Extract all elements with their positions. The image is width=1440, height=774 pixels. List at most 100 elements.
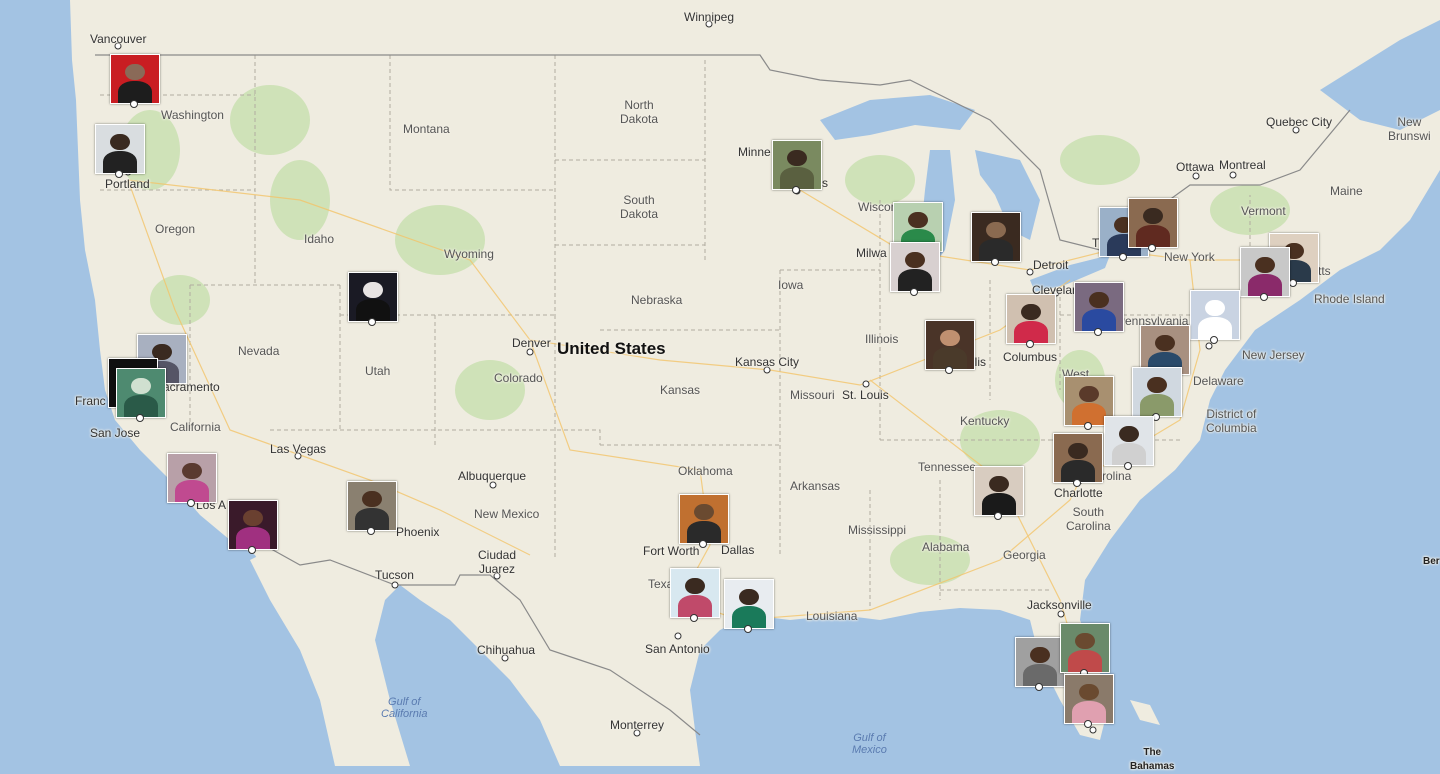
photo-person-head bbox=[1119, 425, 1139, 443]
map-label-tts: tts bbox=[1318, 264, 1331, 278]
map-label-s: s bbox=[822, 176, 828, 190]
photo-marker-sf-3[interactable] bbox=[116, 368, 166, 418]
map-label-san-antonio: San Antonio bbox=[645, 642, 710, 656]
photo-person-head bbox=[694, 503, 714, 521]
photo-person-head bbox=[940, 329, 960, 347]
marker-anchor-dot bbox=[1084, 422, 1092, 430]
marker-anchor-dot bbox=[1119, 253, 1127, 261]
photo-marker-portland[interactable] bbox=[95, 124, 145, 174]
marker-anchor-dot bbox=[994, 512, 1002, 520]
map-label-new-jersey: New Jersey bbox=[1242, 348, 1305, 362]
photo-marker-houston[interactable] bbox=[724, 579, 774, 629]
photo-marker-charlotte[interactable] bbox=[1053, 433, 1103, 483]
map-label-tucson: Tucson bbox=[375, 568, 414, 582]
photo-marker-michigan[interactable] bbox=[971, 212, 1021, 262]
photo-person-head bbox=[685, 577, 705, 595]
photo-marker-florida-1[interactable] bbox=[1060, 623, 1110, 673]
map-label-missouri: Missouri bbox=[790, 388, 835, 402]
photo-person-head bbox=[986, 221, 1006, 239]
map-label-iowa: Iowa bbox=[778, 278, 804, 292]
map-label-phoenix: Phoenix bbox=[396, 525, 440, 539]
map-label-kansas-city: Kansas City bbox=[735, 355, 800, 369]
map-label-monterrey: Monterrey bbox=[610, 718, 665, 732]
map-label-nebraska: Nebraska bbox=[631, 293, 683, 307]
map-label-tennessee: Tennessee bbox=[918, 460, 977, 474]
photo-person-head bbox=[908, 211, 928, 229]
marker-anchor-dot bbox=[130, 100, 138, 108]
photo-person-head bbox=[1205, 299, 1225, 317]
map-label-franc: Franc bbox=[75, 394, 106, 408]
map-label-las-vegas: Las Vegas bbox=[270, 442, 327, 456]
map-label-south-dakota: South Dakota bbox=[620, 193, 659, 221]
marker-anchor-dot bbox=[1094, 328, 1102, 336]
map-label-portland: Portland bbox=[105, 177, 150, 191]
photo-person-head bbox=[1030, 646, 1050, 664]
photo-person-head bbox=[362, 490, 382, 508]
map-label-washington: Washington bbox=[161, 108, 224, 122]
marker-anchor-dot bbox=[248, 546, 256, 554]
photo-person-head bbox=[1021, 303, 1041, 321]
photo-marker-columbus[interactable] bbox=[1006, 294, 1056, 344]
photo-person-head bbox=[110, 133, 130, 151]
photo-person-head bbox=[787, 149, 807, 167]
map-label-vancouver: Vancouver bbox=[90, 32, 147, 46]
photo-marker-austin[interactable] bbox=[670, 568, 720, 618]
photo-person-head bbox=[131, 377, 151, 395]
marker-anchor-dot bbox=[910, 288, 918, 296]
marker-anchor-dot bbox=[1084, 720, 1092, 728]
map-label-the-bahamas: The Bahamas bbox=[1130, 747, 1175, 772]
photo-marker-indianapolis[interactable] bbox=[925, 320, 975, 370]
marker-anchor-dot bbox=[1073, 479, 1081, 487]
map-label-ciudad-juarez: Ciudad Juarez bbox=[478, 548, 517, 576]
photo-person-head bbox=[1255, 256, 1275, 274]
photo-person-head bbox=[1089, 291, 1109, 309]
map-label-charlotte: Charlotte bbox=[1054, 486, 1103, 500]
photo-marker-nj-default[interactable] bbox=[1190, 290, 1240, 340]
map-label-columbus: Columbus bbox=[1003, 350, 1058, 364]
photo-marker-chicago-2[interactable] bbox=[890, 242, 940, 292]
photo-marker-nc-1[interactable] bbox=[1104, 416, 1154, 466]
marker-anchor-dot bbox=[187, 499, 195, 507]
marker-anchor-dot bbox=[699, 540, 707, 548]
map-label-kentucky: Kentucky bbox=[960, 414, 1010, 428]
map-label-alabama: Alabama bbox=[922, 540, 970, 554]
map-label-california: California bbox=[170, 420, 221, 434]
map-label-montana: Montana bbox=[403, 122, 450, 136]
photo-marker-miami[interactable] bbox=[1064, 674, 1114, 724]
marker-anchor-dot bbox=[1035, 683, 1043, 691]
photo-person-head bbox=[182, 462, 202, 480]
marker-anchor-dot bbox=[1124, 462, 1132, 470]
map-label-kansas: Kansas bbox=[660, 383, 701, 397]
map-label-fort-worth: Fort Worth bbox=[643, 544, 700, 558]
map-label-new-brunswi: New Brunswi bbox=[1388, 115, 1431, 143]
photo-marker-utah[interactable] bbox=[348, 272, 398, 322]
photo-marker-dc[interactable] bbox=[1132, 367, 1182, 417]
map-label-south-carolina: South Carolina bbox=[1066, 505, 1111, 533]
photo-marker-seattle[interactable] bbox=[110, 54, 160, 104]
photo-marker-dallas[interactable] bbox=[679, 494, 729, 544]
photo-marker-la-2[interactable] bbox=[228, 500, 278, 550]
photo-marker-minneapolis[interactable] bbox=[772, 140, 822, 190]
map-label-colorado: Colorado bbox=[494, 371, 543, 385]
photo-marker-la-1[interactable] bbox=[167, 453, 217, 503]
map-label-north-dakota: North Dakota bbox=[620, 98, 659, 126]
map-label-district-of-columbia: District of Columbia bbox=[1206, 407, 1257, 435]
photo-marker-pittsburgh[interactable] bbox=[1074, 282, 1124, 332]
photo-person-head bbox=[363, 281, 383, 299]
map-label-oklahoma: Oklahoma bbox=[678, 464, 733, 478]
photo-person-head bbox=[739, 588, 759, 606]
map-label-illinois: Illinois bbox=[865, 332, 899, 346]
photo-marker-ny-2[interactable] bbox=[1240, 247, 1290, 297]
photo-marker-atlanta[interactable] bbox=[974, 466, 1024, 516]
marker-anchor-dot bbox=[136, 414, 144, 422]
photo-person-head bbox=[1155, 334, 1175, 352]
map-label-nevada: Nevada bbox=[238, 344, 280, 358]
photo-marker-tampa[interactable] bbox=[1015, 637, 1065, 687]
marker-anchor-dot bbox=[690, 614, 698, 622]
photo-marker-phoenix[interactable] bbox=[347, 481, 397, 531]
map-label-minne: Minne bbox=[738, 145, 771, 159]
photo-person-head bbox=[125, 63, 145, 81]
marker-anchor-dot bbox=[1260, 293, 1268, 301]
photo-marker-ny-1[interactable] bbox=[1128, 198, 1178, 248]
photo-person-head bbox=[1079, 385, 1099, 403]
